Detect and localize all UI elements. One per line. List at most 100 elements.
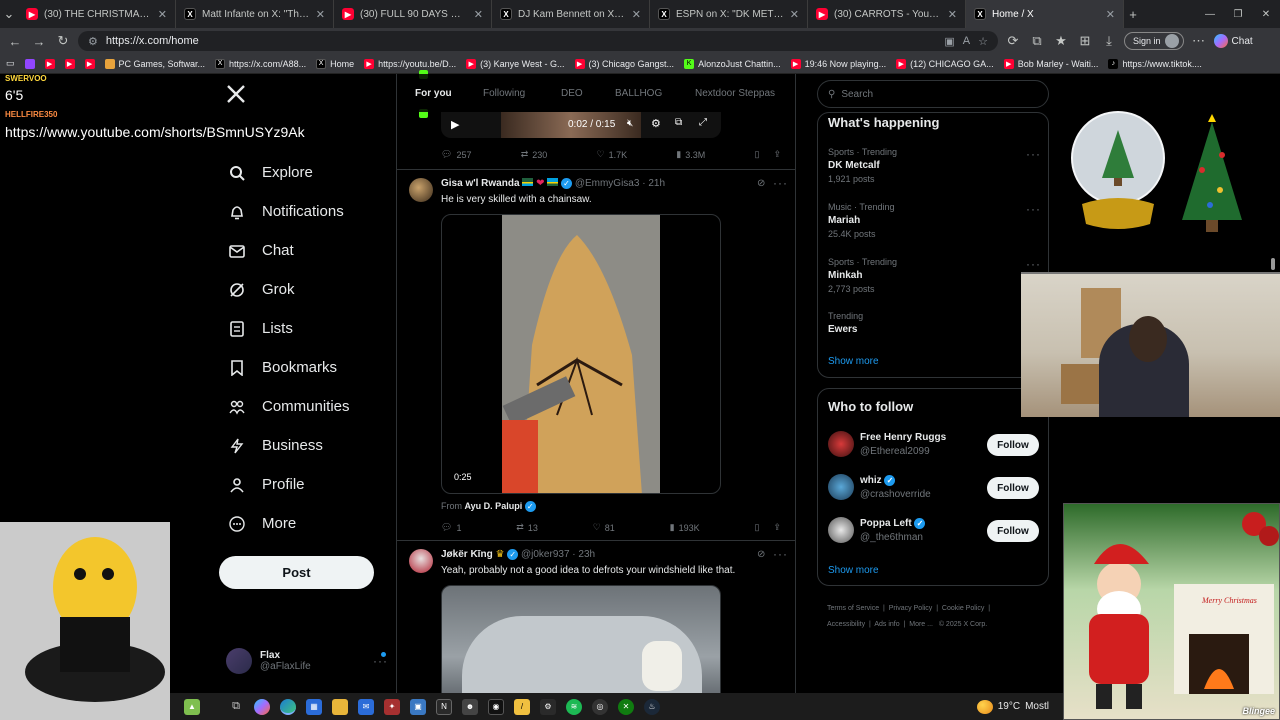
obs-icon[interactable]: ◉ [488,698,504,715]
app-icon[interactable]: ✦ [384,698,400,715]
avatar[interactable] [409,178,433,202]
bookmark-button[interactable]: ▯ ⇪ [754,149,781,160]
views-button[interactable]: ▮ 3.3M [676,149,705,160]
bookmark-item[interactable]: ♪ https://www.tiktok.... [1108,58,1202,69]
copilot-chat-button[interactable]: Chat [1213,34,1253,48]
nav-grok[interactable]: Grok [228,270,388,309]
fullscreen-icon[interactable]: ⤢ [699,117,707,128]
more-dots-icon[interactable]: ··· [1026,202,1041,216]
browser-tab[interactable]: XMatt Infante on X: "The Dolphins✕ [176,0,334,28]
new-tab-icon[interactable]: + [1124,5,1142,23]
show-more-link[interactable]: Show more [828,356,879,367]
trend-item[interactable]: Music · Trending Mariah 25.4K posts ··· [828,202,1041,239]
tab-nextdoor-steppas[interactable]: Nextdoor Steppas [695,88,775,99]
widgets-cupcake-icon[interactable]: ▲ [184,698,200,715]
browser-tab[interactable]: XDJ Kam Bennett on X: "bro thoug✕ [492,0,650,28]
task-view-icon[interactable]: ⧉ [228,699,244,715]
address-bar[interactable]: ⚙ https://x.com/home ▣ A ☆ [78,31,998,51]
more-dots-icon[interactable]: ··· [373,654,388,668]
bookmark-item[interactable]: PC Games, Softwar... [104,58,205,69]
close-tab-icon[interactable]: ✕ [790,8,799,21]
share-icon[interactable]: ⇪ [773,149,781,160]
site-info-icon[interactable]: ⚙ [88,35,98,48]
bookmark-item[interactable]: ▶ 19:46 Now playing... [790,58,886,69]
footer-link[interactable]: Ads info [874,621,899,628]
store-icon[interactable]: ▦ [306,698,322,715]
follow-suggestion[interactable]: Poppa Left ✓ @_the6thman Follow [828,516,1040,546]
settings-menu-icon[interactable]: ⋯ [1190,32,1208,50]
repost-button[interactable]: ⇄ 13 [516,522,538,533]
read-aloud-icon[interactable]: A [963,35,970,47]
like-button[interactable]: ♡ 1.7K [596,149,627,160]
follow-suggestion[interactable]: whiz ✓ @crashoverride Follow [828,473,1040,503]
follow-button[interactable]: Follow [987,434,1039,456]
forward-icon[interactable]: → [30,32,48,50]
mail-app-icon[interactable]: ✉ [358,698,374,715]
bookmark-item[interactable]: X Home [316,58,354,69]
nav-business[interactable]: Business [228,426,388,465]
browser-tab[interactable]: ▶(30) THE CHRISTMAS DROPOUT✕ [18,0,176,28]
bookmark-yt[interactable]: ▶ [64,58,75,69]
views-button[interactable]: ▮ 193K [670,522,700,533]
tweet[interactable]: Gisa w'l Rwanda ❤ ✓ @EmmyGisa3 · 21h ⊘ ·… [397,170,795,540]
play-icon[interactable]: ▶ [451,118,459,131]
post-button[interactable]: Post [219,556,374,589]
follow-button[interactable]: Follow [987,520,1039,542]
browser-tab[interactable]: ▶ (30) CARROTS - YouTube ✕ [808,0,966,28]
split-screen-icon[interactable]: ⧉ [1028,32,1046,50]
nav-communities[interactable]: Communities [228,387,388,426]
pip-icon[interactable]: ⧉ [675,117,682,128]
tab-list-chevron-icon[interactable]: ⌄ [0,5,18,23]
tweet-handle[interactable]: @j0ker937 [521,549,570,560]
follow-suggestion[interactable]: Free Henry Ruggs @Ethereal2099 Follow [828,430,1040,460]
close-tab-icon[interactable]: ✕ [474,8,483,21]
footer-link[interactable]: Terms of Service [827,605,879,612]
avatar[interactable] [409,549,433,573]
more-dots-icon[interactable]: ··· [1026,147,1041,161]
bookmark-item[interactable]: ▶ (3) Chicago Gangst... [574,58,674,69]
bookmark-yt[interactable]: ▶ [84,58,95,69]
close-window-icon[interactable]: ✕ [1252,5,1280,23]
bookmark-yt[interactable]: ▶ [44,58,55,69]
tweet-handle[interactable]: @EmmyGisa3 [575,178,640,189]
tweet-author[interactable]: Jøkër Kīng [441,549,493,560]
edge-browser-icon[interactable] [280,698,296,715]
reload-icon[interactable]: ↻ [54,32,72,50]
x-logo-icon[interactable] [226,84,246,104]
nav-profile[interactable]: Profile [228,465,388,504]
video-attribution-name[interactable]: Ayu D. Palupi [465,501,523,511]
bookmark-item[interactable]: ▶ https://youtu.be/D... [364,58,456,69]
bookmark-button[interactable]: ▯ ⇪ [754,522,781,533]
close-tab-icon[interactable]: ✕ [316,8,325,21]
tab-following[interactable]: Following [483,88,525,99]
steam-icon[interactable]: ♨ [644,698,660,715]
trend-item[interactable]: Sports · Trending DK Metcalf 1,921 posts ··… [828,147,1041,184]
tweet-time[interactable]: 21h [648,178,665,189]
reply-button[interactable]: 💬︎ 257 [441,149,471,160]
install-app-icon[interactable]: ▣ [944,35,954,48]
footer-link[interactable]: More ... [909,621,933,628]
close-tab-icon[interactable]: ✕ [1106,8,1115,21]
bookmark-item[interactable]: ▶ Bob Marley - Waiti... [1003,58,1098,69]
minimize-icon[interactable]: — [1196,5,1224,23]
copilot-icon[interactable] [254,698,270,715]
restore-icon[interactable]: ❐ [1224,5,1252,23]
close-tab-icon[interactable]: ✕ [948,8,957,21]
extensions-icon[interactable]: ⟳ [1004,32,1022,50]
footer-link[interactable]: Privacy Policy [889,605,933,612]
like-button[interactable]: ♡ 81 [593,522,615,533]
show-more-link[interactable]: Show more [828,565,879,576]
tweet-author[interactable]: Gisa w'l Rwanda [441,178,520,189]
more-dots-icon[interactable]: ··· [773,547,788,561]
favorite-star-icon[interactable]: ☆ [978,35,988,48]
photos-app-icon[interactable]: ▣ [410,698,426,715]
bookmark-item[interactable]: K AlonzoJust Chattin... [684,58,781,69]
nav-more[interactable]: More [228,504,388,543]
tab-deo[interactable]: DEO [561,88,583,99]
bookmark-icon[interactable]: ▭ [6,58,15,69]
bookmark-item[interactable]: ▶ (3) Kanye West - G... [466,58,565,69]
browser-tab[interactable]: ▶(30) FULL 90 DAYS OF DEVELOPM✕ [334,0,492,28]
share-icon[interactable]: ⇪ [773,522,781,533]
bookmark-item[interactable]: Xhttps://x.com/A88... [215,58,306,69]
app-icon[interactable]: ⚙ [540,698,556,715]
